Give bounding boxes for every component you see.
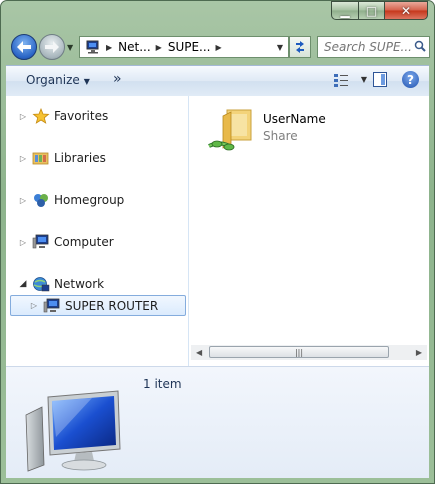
libraries-icon xyxy=(32,152,49,165)
address-bar[interactable]: ▶ Net... ▶ SUPE... ▶ ▼ xyxy=(79,36,289,58)
horizontal-scrollbar[interactable]: ◀ ||| ▶ xyxy=(191,345,427,360)
sidebar-item-libraries[interactable]: ▷ Libraries xyxy=(6,148,106,168)
details-pane: 1 item xyxy=(6,366,429,478)
view-options-dropdown-icon[interactable]: ▼ xyxy=(361,75,367,84)
navigation-pane[interactable]: ▷ Favorites ▷ Libraries ▷ Homegroup ▷ Co… xyxy=(6,96,189,366)
computer-icon xyxy=(32,234,49,249)
breadcrumb-network[interactable]: Net... xyxy=(118,40,151,54)
star-icon xyxy=(32,108,50,124)
more-commands-button[interactable]: » xyxy=(113,71,122,87)
search-input[interactable] xyxy=(318,39,414,55)
scroll-thumb[interactable]: ||| xyxy=(209,346,389,358)
refresh-button[interactable] xyxy=(289,36,311,58)
item-name: UserName xyxy=(263,112,326,126)
forward-button[interactable] xyxy=(39,34,65,60)
computer-icon xyxy=(43,298,60,312)
expand-arrow-icon[interactable]: ▷ xyxy=(18,154,28,163)
breadcrumb-super-router[interactable]: SUPE... xyxy=(168,40,211,54)
recent-pages-dropdown[interactable]: ▼ xyxy=(67,43,73,52)
main-area: ▷ Favorites ▷ Libraries ▷ Homegroup ▷ Co… xyxy=(6,96,429,366)
breadcrumb-separator-icon[interactable]: ▶ xyxy=(156,43,162,52)
explorer-window: ▁ □ ✕ ▼ ▶ Net... ▶ SUPE... ▶ ▼ Search SU… xyxy=(0,0,435,484)
item-count: 1 item xyxy=(143,377,182,391)
sidebar-item-network[interactable]: ◢ Network xyxy=(6,274,104,294)
help-icon: ? xyxy=(407,72,414,87)
expand-arrow-icon[interactable]: ▷ xyxy=(18,238,28,247)
network-icon xyxy=(33,277,50,292)
address-dropdown-icon[interactable]: ▼ xyxy=(272,43,288,52)
sidebar-item-homegroup[interactable]: ▷ Homegroup xyxy=(6,190,124,210)
preview-pane-button[interactable] xyxy=(373,72,387,87)
scroll-right-icon[interactable]: ▶ xyxy=(416,348,422,357)
scroll-left-icon[interactable]: ◀ xyxy=(196,348,202,357)
expand-arrow-icon[interactable]: ▷ xyxy=(18,112,28,121)
sidebar-item-favorites[interactable]: ▷ Favorites xyxy=(6,106,108,126)
shared-folder-icon xyxy=(208,109,252,151)
search-icon[interactable] xyxy=(414,40,426,55)
back-button[interactable] xyxy=(11,34,37,60)
breadcrumb-separator-icon[interactable]: ▶ xyxy=(216,43,222,52)
close-button[interactable]: ✕ xyxy=(384,1,428,20)
forward-arrow-icon xyxy=(45,41,59,53)
sidebar-item-computer[interactable]: ▷ Computer xyxy=(6,232,114,252)
homegroup-icon xyxy=(34,194,48,207)
file-list[interactable]: UserName Share ◀ ||| ▶ xyxy=(189,96,429,366)
search-box[interactable] xyxy=(317,36,430,58)
breadcrumb-separator-icon[interactable]: ▶ xyxy=(106,43,112,52)
change-view-button[interactable] xyxy=(333,72,349,88)
chevron-down-icon: ▼ xyxy=(83,77,90,86)
refresh-icon xyxy=(296,41,304,53)
sidebar-item-super-router[interactable]: ▷ SUPER ROUTER xyxy=(10,295,186,316)
network-computer-icon xyxy=(86,40,99,54)
maximize-button[interactable]: □ xyxy=(358,1,384,20)
organize-button[interactable]: Organize ▼ xyxy=(26,73,90,87)
back-arrow-icon xyxy=(17,41,31,53)
caption-buttons: ▁ □ ✕ xyxy=(331,1,428,21)
item-type: Share xyxy=(263,129,298,143)
navigation-bar: ▼ ▶ Net... ▶ SUPE... ▶ ▼ xyxy=(7,31,430,63)
command-bar: Organize ▼ » ▼ ? xyxy=(6,65,429,97)
minimize-button[interactable]: ▁ xyxy=(331,1,358,20)
expand-arrow-icon[interactable]: ▷ xyxy=(29,301,39,310)
list-item[interactable]: UserName Share xyxy=(207,106,326,154)
collapse-arrow-icon[interactable]: ◢ xyxy=(18,279,28,289)
expand-arrow-icon[interactable]: ▷ xyxy=(18,196,28,205)
help-button[interactable]: ? xyxy=(402,71,419,88)
computer-icon xyxy=(25,390,121,472)
details-view-icon xyxy=(334,74,348,87)
